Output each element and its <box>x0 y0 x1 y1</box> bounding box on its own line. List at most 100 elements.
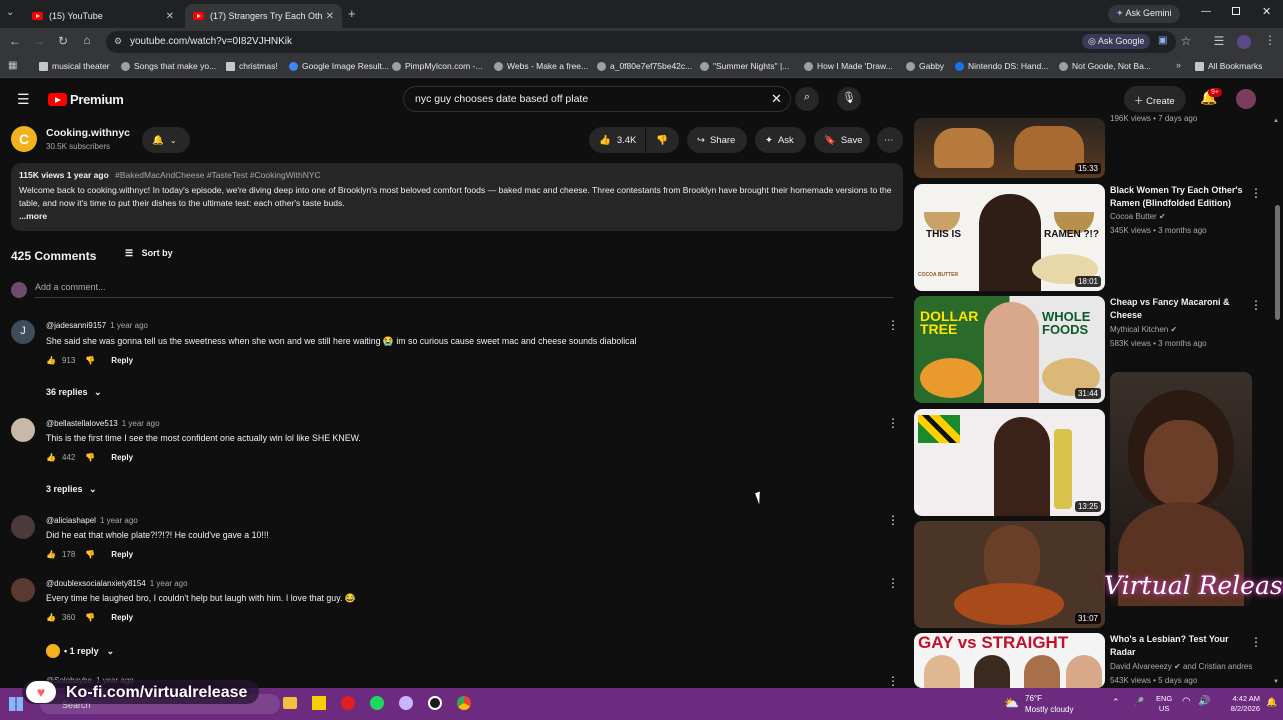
comment-author[interactable]: @jadesanni9157 1 year ago <box>46 321 148 330</box>
video-channel[interactable]: Mythical Kitchen ✔ <box>1110 325 1177 334</box>
address-bar[interactable]: ⚙ youtube.com/watch?v=0I82VJHNKik ◎ Ask … <box>106 31 1176 53</box>
forward-icon[interactable]: → <box>30 34 48 48</box>
share-button[interactable]: ↪ Share <box>687 127 747 153</box>
reload-icon[interactable]: ↻ <box>54 34 72 48</box>
video-thumbnail[interactable]: DOLLAR TREE WHOLE FOODS 31:44 <box>914 296 1105 403</box>
page-scrollbar[interactable] <box>1275 205 1280 320</box>
more-actions-button[interactable]: ⋯ <box>877 127 903 153</box>
close-tab-icon[interactable]: ✕ <box>326 11 334 22</box>
video-menu-icon[interactable]: ⋮ <box>1250 298 1262 312</box>
bookmark-item[interactable]: "Summer Nights" |... <box>700 61 789 71</box>
comment-menu-icon[interactable]: ⋮ <box>887 674 899 688</box>
pinned-app-icon[interactable] <box>283 697 297 709</box>
hamburger-menu-icon[interactable]: ☰ <box>17 91 30 108</box>
account-avatar[interactable] <box>1236 89 1256 109</box>
like-comment-icon[interactable]: 👍 <box>46 550 56 559</box>
search-input[interactable]: nyc guy chooses date based off plate <box>403 86 791 112</box>
language-indicator[interactable]: ENG US <box>1156 694 1172 714</box>
bookmark-item[interactable]: PimpMyIcon.com -... <box>392 61 482 71</box>
like-comment-icon[interactable]: 👍 <box>46 453 56 462</box>
show-more-link[interactable]: ...more <box>19 210 895 223</box>
apps-grid-icon[interactable]: ▦ <box>8 60 17 71</box>
like-button[interactable]: 👍 3.4K <box>589 127 645 153</box>
minimize-icon[interactable]: — <box>1201 6 1211 17</box>
ask-button[interactable]: ✦ Ask <box>755 127 806 153</box>
notification-settings-button[interactable]: 🔔 ⌄ <box>142 127 190 153</box>
video-thumbnail[interactable]: 15:33 <box>914 118 1105 178</box>
view-replies-button[interactable]: 36 replies ⌄ <box>46 387 102 398</box>
hashtags[interactable]: #BakedMacAndCheese #TasteTest #CookingWi… <box>115 170 321 180</box>
pinned-app-icon[interactable] <box>399 696 413 710</box>
maximize-icon[interactable] <box>1232 7 1240 15</box>
home-icon[interactable]: ⌂ <box>78 33 96 47</box>
tray-icon[interactable]: 🎤 <box>1133 697 1144 708</box>
comment-menu-icon[interactable]: ⋮ <box>887 576 899 590</box>
bookmark-item[interactable]: Gabby <box>906 61 944 71</box>
comment-menu-icon[interactable]: ⋮ <box>887 416 899 430</box>
all-bookmarks[interactable]: All Bookmarks <box>1195 61 1262 71</box>
more-bookmarks-icon[interactable]: » <box>1176 60 1181 70</box>
close-window-icon[interactable]: ✕ <box>1262 5 1271 18</box>
reply-button[interactable]: Reply <box>111 356 133 365</box>
bookmark-item[interactable]: Songs that make yo... <box>121 61 216 71</box>
voice-search-button[interactable]: 🎙 <box>837 87 861 111</box>
bookmark-item[interactable]: Not Goode, Not Ba... <box>1059 61 1151 71</box>
tab-search-icon[interactable]: ⌄ <box>6 7 14 18</box>
comment-author[interactable]: @aliciashapel 1 year ago <box>46 516 138 525</box>
video-thumbnail[interactable]: THIS IS RAMEN ?!? COCOA BUTTER 18:01 <box>914 184 1105 291</box>
comment-avatar[interactable] <box>11 578 35 602</box>
comment-avatar[interactable]: J <box>11 320 35 344</box>
bookmark-item[interactable]: Nintendo DS: Hand... <box>955 61 1048 71</box>
new-tab-icon[interactable]: + <box>348 6 356 21</box>
profile-avatar[interactable] <box>1237 35 1251 49</box>
comment-author[interactable]: @bellastellalove513 1 year ago <box>46 419 160 428</box>
extensions-icon[interactable]: ☰ <box>1210 34 1228 48</box>
dislike-button[interactable]: 👎 <box>646 127 679 153</box>
ask-google-chip[interactable]: ◎ Ask Google <box>1082 34 1151 49</box>
bookmark-item[interactable]: Webs - Make a free... <box>494 61 588 71</box>
youtube-logo[interactable]: Premium <box>48 92 124 107</box>
reply-button[interactable]: Reply <box>111 613 133 622</box>
tray-chevron-icon[interactable]: ⌃ <box>1112 697 1120 708</box>
pinned-app-icon[interactable] <box>428 696 442 710</box>
video-channel[interactable]: David Alvareeezy ✔ and Cristian andres <box>1110 662 1252 671</box>
dislike-comment-icon[interactable]: 👎 <box>85 613 95 622</box>
save-button[interactable]: 🔖 Save <box>814 127 870 153</box>
translate-icon[interactable]: ▣ <box>1158 35 1167 46</box>
comment-menu-icon[interactable]: ⋮ <box>887 318 899 332</box>
site-info-icon[interactable]: ⚙ <box>114 36 122 47</box>
clock[interactable]: 4:42 AM 8/2/2026 <box>1222 694 1260 714</box>
video-title[interactable]: Black Women Try Each Other's Ramen (Blin… <box>1110 184 1250 210</box>
reply-button[interactable]: Reply <box>111 550 133 559</box>
wifi-icon[interactable]: ◠ <box>1182 696 1191 707</box>
volume-icon[interactable]: 🔊 <box>1198 696 1210 707</box>
comment-author[interactable]: @doublexsocialanxiety8154 1 year ago <box>46 579 188 588</box>
video-menu-icon[interactable]: ⋮ <box>1250 635 1262 649</box>
video-title[interactable]: Who's a Lesbian? Test Your Radar <box>1110 633 1250 659</box>
bookmark-item[interactable]: Google Image Result... <box>289 61 389 71</box>
view-replies-button[interactable]: • 1 reply ⌄ <box>46 644 114 658</box>
video-title[interactable]: Cheap vs Fancy Macaroni & Cheese <box>1110 296 1250 322</box>
bookmark-star-icon[interactable]: ☆ <box>1177 34 1195 48</box>
pinned-app-icon[interactable] <box>341 696 355 710</box>
video-description[interactable]: 115K views 1 year ago #BakedMacAndCheese… <box>11 163 903 231</box>
bookmark-item[interactable]: a_0f80e7ef75be42c... <box>597 61 692 71</box>
pinned-app-icon[interactable] <box>312 696 326 710</box>
reply-button[interactable]: Reply <box>111 453 133 462</box>
bookmark-item[interactable]: How I Made 'Draw... <box>804 61 893 71</box>
sort-by-button[interactable]: ☰ Sort by <box>125 248 173 259</box>
scroll-up-icon[interactable]: ▲ <box>1273 118 1279 124</box>
dislike-comment-icon[interactable]: 👎 <box>85 356 95 365</box>
chrome-icon[interactable] <box>457 696 471 710</box>
comment-avatar[interactable] <box>11 515 35 539</box>
like-comment-icon[interactable]: 👍 <box>46 613 56 622</box>
search-button[interactable]: ⌕ <box>795 87 819 111</box>
clear-search-icon[interactable]: ✕ <box>771 91 782 107</box>
comment-menu-icon[interactable]: ⋮ <box>887 513 899 527</box>
scroll-down-icon[interactable]: ▼ <box>1273 679 1279 685</box>
channel-name[interactable]: Cooking.withnyc <box>46 127 130 139</box>
start-button-icon[interactable] <box>9 697 23 711</box>
weather-temp[interactable]: 76°F <box>1025 694 1042 703</box>
video-channel[interactable]: Cocoa Butter ✔ <box>1110 212 1166 221</box>
create-button[interactable]: ＋ Create <box>1124 86 1186 112</box>
